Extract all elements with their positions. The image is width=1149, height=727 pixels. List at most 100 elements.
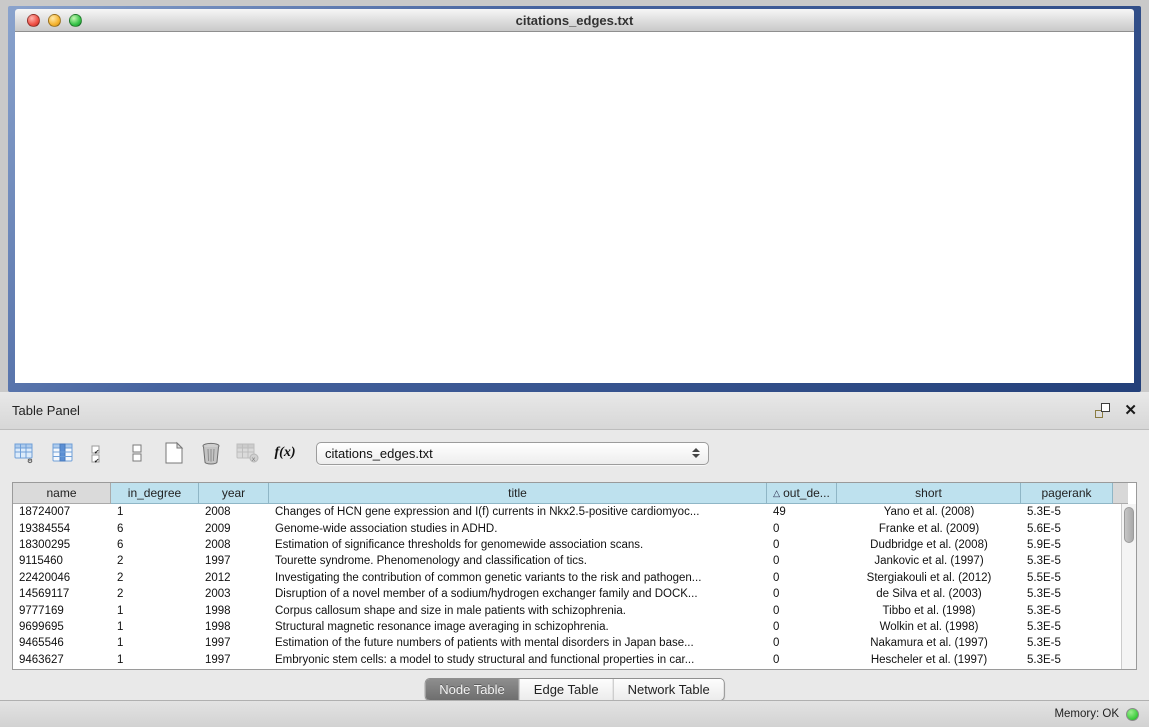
cell-short[interactable]: Hescheler et al. (1997) <box>837 654 1021 666</box>
close-panel-icon[interactable]: ✕ <box>1124 403 1137 418</box>
table-row[interactable]: 946554611997Estimation of the future num… <box>13 635 1136 651</box>
close-window-button[interactable] <box>27 14 40 27</box>
table-row[interactable]: 946362711997Embryonic stem cells: a mode… <box>13 652 1136 668</box>
cell-pagerank[interactable]: 5.3E-5 <box>1021 654 1113 666</box>
cell-name[interactable]: 9115460 <box>13 555 111 567</box>
column-header-out_degree[interactable]: △out_de... <box>767 483 837 504</box>
cell-out_degree[interactable]: 0 <box>767 654 837 666</box>
cell-name[interactable]: 22420046 <box>13 572 111 584</box>
select-column-button[interactable] <box>51 441 75 465</box>
cell-year[interactable]: 2003 <box>199 588 269 600</box>
select-rows-checks-icon[interactable]: ✔✔ <box>88 441 112 465</box>
cell-name[interactable]: 19384554 <box>13 523 111 535</box>
cell-year[interactable]: 1998 <box>199 621 269 633</box>
cell-title[interactable]: Disruption of a novel member of a sodium… <box>269 588 767 600</box>
cell-in_degree[interactable]: 2 <box>111 555 199 567</box>
cell-year[interactable]: 2008 <box>199 506 269 518</box>
cell-in_degree[interactable]: 6 <box>111 539 199 551</box>
zoom-window-button[interactable] <box>69 14 82 27</box>
cell-out_degree[interactable]: 0 <box>767 605 837 617</box>
cell-name[interactable]: 9777169 <box>13 605 111 617</box>
table-row[interactable]: 1830029562008Estimation of significance … <box>13 537 1136 553</box>
cell-out_degree[interactable]: 0 <box>767 621 837 633</box>
cell-title[interactable]: Investigating the contribution of common… <box>269 572 767 584</box>
cell-short[interactable]: Franke et al. (2009) <box>837 523 1021 535</box>
table-row[interactable]: 1872400712008Changes of HCN gene express… <box>13 504 1136 520</box>
cell-title[interactable]: Embryonic stem cells: a model to study s… <box>269 654 767 666</box>
cell-short[interactable]: Dudbridge et al. (2008) <box>837 539 1021 551</box>
cell-pagerank[interactable]: 5.3E-5 <box>1021 605 1113 617</box>
cell-title[interactable]: Genome-wide association studies in ADHD. <box>269 523 767 535</box>
cell-out_degree[interactable]: 0 <box>767 572 837 584</box>
cell-pagerank[interactable]: 5.3E-5 <box>1021 588 1113 600</box>
column-header-short[interactable]: short <box>837 483 1021 504</box>
cell-name[interactable]: 14569117 <box>13 588 111 600</box>
cell-out_degree[interactable]: 0 <box>767 588 837 600</box>
column-header-name[interactable]: name <box>13 483 111 504</box>
cell-title[interactable]: Tourette syndrome. Phenomenology and cla… <box>269 555 767 567</box>
table-row[interactable]: 969969511998Structural magnetic resonanc… <box>13 619 1136 635</box>
cell-short[interactable]: Jankovic et al. (1997) <box>837 555 1021 567</box>
network-graph-canvas[interactable] <box>15 32 1134 383</box>
cell-pagerank[interactable]: 5.6E-5 <box>1021 523 1113 535</box>
cell-out_degree[interactable]: 0 <box>767 539 837 551</box>
cell-pagerank[interactable]: 5.3E-5 <box>1021 621 1113 633</box>
cell-short[interactable]: de Silva et al. (2003) <box>837 588 1021 600</box>
cell-pagerank[interactable]: 5.3E-5 <box>1021 506 1113 518</box>
tab-network-table[interactable]: Network Table <box>614 679 724 700</box>
cell-year[interactable]: 1998 <box>199 605 269 617</box>
cell-out_degree[interactable]: 49 <box>767 506 837 518</box>
cell-out_degree[interactable]: 0 <box>767 637 837 649</box>
cell-title[interactable]: Corpus callosum shape and size in male p… <box>269 605 767 617</box>
cell-out_degree[interactable]: 0 <box>767 555 837 567</box>
cell-pagerank[interactable]: 5.3E-5 <box>1021 637 1113 649</box>
cell-name[interactable]: 18300295 <box>13 539 111 551</box>
cell-year[interactable]: 2008 <box>199 539 269 551</box>
cell-short[interactable]: Tibbo et al. (1998) <box>837 605 1021 617</box>
trash-button[interactable] <box>199 441 223 465</box>
cell-pagerank[interactable]: 5.5E-5 <box>1021 572 1113 584</box>
cell-in_degree[interactable]: 2 <box>111 588 199 600</box>
cell-short[interactable]: Stergiakouli et al. (2012) <box>837 572 1021 584</box>
scrollbar-thumb[interactable] <box>1124 507 1134 543</box>
cell-short[interactable]: Wolkin et al. (1998) <box>837 621 1021 633</box>
cell-name[interactable]: 9465546 <box>13 637 111 649</box>
cell-name[interactable]: 9699695 <box>13 621 111 633</box>
column-header-year[interactable]: year <box>199 483 269 504</box>
tab-edge-table[interactable]: Edge Table <box>520 679 614 700</box>
cell-pagerank[interactable]: 5.9E-5 <box>1021 539 1113 551</box>
cell-title[interactable]: Structural magnetic resonance image aver… <box>269 621 767 633</box>
cell-in_degree[interactable]: 1 <box>111 605 199 617</box>
cell-year[interactable]: 1997 <box>199 654 269 666</box>
cell-year[interactable]: 2012 <box>199 572 269 584</box>
cell-title[interactable]: Estimation of significance thresholds fo… <box>269 539 767 551</box>
new-column-button[interactable] <box>162 441 186 465</box>
cell-year[interactable]: 1997 <box>199 637 269 649</box>
cell-in_degree[interactable]: 1 <box>111 506 199 518</box>
cell-pagerank[interactable]: 5.3E-5 <box>1021 555 1113 567</box>
table-row[interactable]: 1456911722003Disruption of a novel membe… <box>13 586 1136 602</box>
cell-in_degree[interactable]: 6 <box>111 523 199 535</box>
cell-in_degree[interactable]: 2 <box>111 572 199 584</box>
minimize-window-button[interactable] <box>48 14 61 27</box>
column-header-in_degree[interactable]: in_degree <box>111 483 199 504</box>
table-row[interactable]: 1938455462009Genome-wide association stu… <box>13 520 1136 536</box>
cell-in_degree[interactable]: 1 <box>111 621 199 633</box>
vertical-scrollbar[interactable] <box>1121 504 1136 669</box>
cell-year[interactable]: 2009 <box>199 523 269 535</box>
cell-year[interactable]: 1997 <box>199 555 269 567</box>
column-header-title[interactable]: title <box>269 483 767 504</box>
cell-short[interactable]: Yano et al. (2008) <box>837 506 1021 518</box>
table-selector-dropdown[interactable]: citations_edges.txt <box>316 442 709 465</box>
memory-status-indicator[interactable] <box>1126 708 1139 721</box>
table-mode-button[interactable] <box>125 441 149 465</box>
table-row[interactable]: 977716911998Corpus callosum shape and si… <box>13 602 1136 618</box>
table-row[interactable]: 2242004622012Investigating the contribut… <box>13 570 1136 586</box>
cell-short[interactable]: Nakamura et al. (1997) <box>837 637 1021 649</box>
tab-node-table[interactable]: Node Table <box>425 679 520 700</box>
float-panel-icon[interactable] <box>1095 403 1110 418</box>
table-row[interactable]: 911546021997Tourette syndrome. Phenomeno… <box>13 553 1136 569</box>
cell-name[interactable]: 18724007 <box>13 506 111 518</box>
cell-name[interactable]: 9463627 <box>13 654 111 666</box>
cell-out_degree[interactable]: 0 <box>767 523 837 535</box>
